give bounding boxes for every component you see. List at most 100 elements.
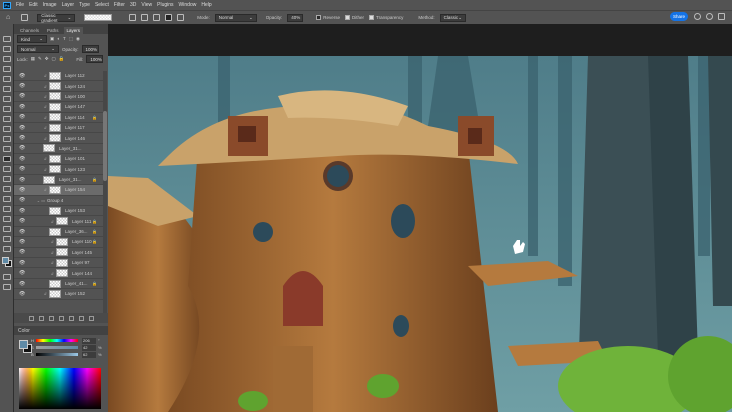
layer-name[interactable]: Layer 114 xyxy=(65,115,85,120)
layer-name[interactable]: Layer 152 xyxy=(65,291,85,296)
visibility-eye-icon[interactable]: 👁 xyxy=(19,229,25,235)
crop-tool-icon[interactable] xyxy=(3,76,11,82)
quick-mask-icon[interactable] xyxy=(3,274,11,280)
color-spectrum[interactable] xyxy=(19,368,101,409)
history-brush-icon[interactable] xyxy=(3,136,11,142)
mode-dropdown[interactable]: Normal ⌄ xyxy=(214,13,257,22)
search-icon[interactable] xyxy=(694,13,701,20)
layer-name[interactable]: Layer 111 xyxy=(72,219,91,224)
help-icon[interactable] xyxy=(706,13,713,20)
healing-brush-icon[interactable] xyxy=(3,106,11,112)
layer-name[interactable]: Layer 100 xyxy=(65,94,85,99)
saturation-slider[interactable] xyxy=(36,346,78,349)
layer-name[interactable]: Layer_31... xyxy=(59,177,82,182)
menu-select[interactable]: Select xyxy=(95,2,109,8)
adjustment-icon[interactable] xyxy=(58,315,64,321)
menu-image[interactable]: Image xyxy=(43,2,57,8)
menu-window[interactable]: Window xyxy=(179,2,197,8)
magic-wand-icon[interactable] xyxy=(3,66,11,72)
filter-icons[interactable]: ▣◐T⬚◉ xyxy=(50,36,83,42)
layer-row[interactable]: 👁 ↲ Layer 145 xyxy=(14,248,103,259)
layer-row[interactable]: 👁 ↲ Layer 124 xyxy=(14,81,103,92)
layers-scrollbar[interactable] xyxy=(103,71,107,321)
stamp-tool-icon[interactable] xyxy=(3,126,11,132)
layer-row[interactable]: 👁 ↲ Layer 147 xyxy=(14,102,103,113)
link-icon[interactable] xyxy=(28,315,34,321)
menu-plugins[interactable]: Plugins xyxy=(157,2,173,8)
layer-row[interactable]: 👁 ↲ Layer 152 xyxy=(14,289,103,300)
linear-gradient-icon[interactable] xyxy=(129,14,137,21)
share-button[interactable]: Share xyxy=(670,12,688,21)
blur-tool-icon[interactable] xyxy=(3,166,11,172)
new-layer-icon[interactable] xyxy=(78,315,84,321)
document-canvas[interactable] xyxy=(108,24,732,412)
menu-filter[interactable]: Filter xyxy=(114,2,125,8)
kind-filter-dropdown[interactable]: Kind ⌄ xyxy=(17,35,47,43)
foreground-color[interactable] xyxy=(19,340,28,349)
layer-row[interactable]: 👁 ↲ Layer 117 xyxy=(14,123,103,134)
layer-name[interactable]: Layer 154 xyxy=(65,187,85,192)
reflected-gradient-icon[interactable] xyxy=(165,14,173,21)
hue-field[interactable]: 206 xyxy=(82,338,96,344)
saturation-field[interactable]: 42 xyxy=(82,345,96,351)
layer-row[interactable]: 👁 ↲ Layer 112 xyxy=(14,71,103,82)
move-tool-icon[interactable] xyxy=(3,36,11,42)
layer-row[interactable]: 👁 ↲ Layer 97 xyxy=(14,258,103,269)
layer-name[interactable]: Group 4 xyxy=(47,198,63,203)
eraser-icon[interactable] xyxy=(3,146,11,152)
layer-opacity-field[interactable]: 100% xyxy=(81,45,99,53)
layer-name[interactable]: Layer 147 xyxy=(65,104,85,109)
layer-row[interactable]: 👁 ↲ Layer 114 🔒 xyxy=(14,113,103,123)
screen-mode-icon[interactable] xyxy=(3,284,11,290)
zoom-tool-icon[interactable] xyxy=(3,236,11,242)
fill-field[interactable]: 100% xyxy=(86,55,104,63)
tab-layers[interactable]: Layers xyxy=(63,27,84,34)
dodge-tool-icon[interactable] xyxy=(3,176,11,182)
gradient-tool-icon[interactable] xyxy=(3,156,11,162)
layer-name[interactable]: Layer 124 xyxy=(65,84,85,89)
color-tab[interactable]: Color xyxy=(14,326,108,335)
radial-gradient-icon[interactable] xyxy=(141,14,149,21)
layer-row[interactable]: 👁 ↲ Layer 144 xyxy=(14,268,103,279)
tab-paths[interactable]: Paths xyxy=(44,27,62,34)
brush-tool-icon[interactable] xyxy=(3,116,11,122)
layer-row[interactable]: 👁 ↲ Layer 110 🔒 xyxy=(14,237,103,248)
layer-row[interactable]: 👁 Layer 153 xyxy=(14,206,103,217)
more-tools-icon[interactable] xyxy=(3,246,11,252)
pen-tool-icon[interactable] xyxy=(3,186,11,192)
layer-name[interactable]: Layer 117 xyxy=(65,125,85,130)
brightness-slider[interactable] xyxy=(36,353,78,356)
reverse-checkbox[interactable]: Reverse xyxy=(316,15,340,20)
brightness-field[interactable]: 62 xyxy=(82,352,96,358)
preset-dropdown[interactable]: Classic gradient ⌄ xyxy=(37,13,76,23)
hand-tool-icon[interactable] xyxy=(3,226,11,232)
layer-name[interactable]: Layer 101 xyxy=(65,156,85,161)
layer-row[interactable]: 👁 Layer_31... xyxy=(14,144,103,155)
menu-file[interactable]: File xyxy=(16,2,24,8)
menu-3d[interactable]: 3D xyxy=(130,2,136,8)
dither-checkbox[interactable]: Dither xyxy=(345,15,364,20)
layer-row[interactable]: 👁 ⌄ ▭ Group 4 xyxy=(14,196,103,207)
foreground-color-swatch[interactable] xyxy=(2,257,9,264)
layer-name[interactable]: Layer_41... xyxy=(65,281,88,286)
frame-tool-icon[interactable] xyxy=(3,86,11,92)
method-dropdown[interactable]: Classic ⌄ xyxy=(439,13,466,22)
folder-chevron-icon[interactable]: ⌄ ▭ xyxy=(25,198,47,203)
angle-gradient-icon[interactable] xyxy=(153,14,161,21)
visibility-eye-icon[interactable]: 👁 xyxy=(19,145,25,151)
color-swatches[interactable] xyxy=(0,256,13,270)
shape-tool-icon[interactable] xyxy=(3,216,11,222)
layer-row[interactable]: 👁 Layer_41... 🔒 xyxy=(14,279,103,290)
layer-name[interactable]: Layer_36... xyxy=(65,229,88,234)
trash-icon[interactable] xyxy=(88,315,94,321)
menu-layer[interactable]: Layer xyxy=(62,2,75,8)
menu-help[interactable]: Help xyxy=(201,2,211,8)
home-icon[interactable]: ⌂ xyxy=(6,14,10,21)
mask-icon[interactable] xyxy=(48,315,54,321)
visibility-eye-icon[interactable]: 👁 xyxy=(19,281,25,287)
tab-channels[interactable]: Channels xyxy=(17,27,42,34)
layer-name[interactable]: Layer 112 xyxy=(65,73,85,78)
marquee-tool-icon[interactable] xyxy=(3,46,11,52)
menu-type[interactable]: Type xyxy=(79,2,90,8)
eyedropper-icon[interactable] xyxy=(3,96,11,102)
